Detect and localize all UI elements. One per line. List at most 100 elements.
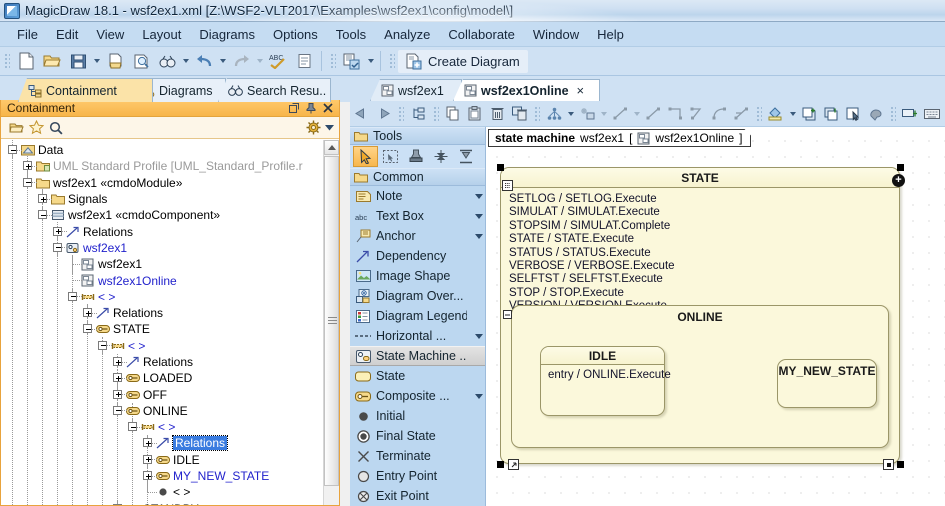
toolbar-grip[interactable] [3, 52, 10, 70]
tree-toggle-plus[interactable] [142, 452, 155, 468]
select-in-structure-icon[interactable] [842, 103, 864, 125]
diagram-toolbar-grip-4[interactable] [755, 105, 762, 123]
stamp-icon[interactable] [403, 146, 428, 167]
scrollbar-thumb[interactable] [324, 156, 339, 486]
tree-toggle-minus[interactable] [82, 321, 95, 337]
menu-item-help[interactable]: Help [588, 24, 633, 45]
menu-item-window[interactable]: Window [524, 24, 588, 45]
menu-item-view[interactable]: View [87, 24, 133, 45]
path-crossing-icon[interactable] [730, 103, 752, 125]
palette-item-state-machine[interactable]: State Machine ... [350, 346, 485, 366]
bring-to-front-icon[interactable] [798, 103, 820, 125]
tree-toggle-plus[interactable] [37, 191, 50, 207]
palette-item-diagram-overview[interactable]: Diagram Over... [350, 286, 485, 306]
tree-row[interactable]: STATE [1, 321, 323, 337]
send-to-back-icon[interactable] [820, 103, 842, 125]
tree-toggle-minus[interactable] [67, 289, 80, 305]
palette-item-note[interactable]: Note [350, 186, 485, 206]
distribute-icon[interactable] [453, 146, 478, 167]
print-preview-icon[interactable] [129, 49, 153, 73]
menu-item-analyze[interactable]: Analyze [375, 24, 439, 45]
containment-sync-icon[interactable] [407, 103, 429, 125]
forward-icon[interactable] [372, 103, 394, 125]
undo-dropdown-icon[interactable] [217, 49, 228, 73]
path-dropdown-icon[interactable] [631, 102, 642, 126]
fill-color-dropdown-icon[interactable] [787, 102, 798, 126]
palette-item-entry-point[interactable]: Entry Point [350, 466, 485, 486]
find-icon[interactable] [155, 49, 179, 73]
float-icon[interactable] [287, 101, 301, 115]
diagram-toolbar-grip-1[interactable] [397, 105, 404, 123]
save-icon[interactable] [66, 49, 90, 73]
menu-item-file[interactable]: File [8, 24, 47, 45]
tree-toggle-minus[interactable] [97, 338, 110, 354]
diagram-tab-wsf2ex1online[interactable]: wsf2ex1Online × [453, 79, 600, 101]
add-element-plus-icon[interactable]: + [892, 174, 905, 187]
bezier-path-icon[interactable] [686, 103, 708, 125]
back-icon[interactable] [350, 103, 372, 125]
state-node-IDLE[interactable]: IDLE entry / ONLINE.Execute [540, 346, 665, 416]
tree-toggle-minus[interactable] [7, 142, 20, 158]
align-vertical-icon[interactable] [428, 146, 453, 167]
select-arrow-icon[interactable] [353, 146, 378, 167]
close-icon[interactable] [321, 101, 335, 115]
tree-toggle-minus[interactable] [112, 403, 125, 419]
print-icon[interactable] [103, 49, 127, 73]
state-node-MY_NEW_STATE[interactable]: MY_NEW_STATE [777, 359, 877, 408]
palette-item-image-shape[interactable]: Image Shape [350, 266, 485, 286]
tree-toggle-minus[interactable] [22, 175, 35, 191]
palette-group-common[interactable]: Common [350, 168, 485, 186]
tree-row[interactable]: Signals [1, 191, 323, 207]
tree-row[interactable]: ONLINE [1, 403, 323, 419]
scroll-up-arrow-icon[interactable] [324, 140, 339, 155]
palette-item-composite-state[interactable]: Composite ... [350, 386, 485, 406]
keyboard-icon[interactable] [921, 103, 943, 125]
delete-icon[interactable] [486, 103, 508, 125]
containment-tree[interactable]: Data UML Standard Profile [UML_Standard_… [1, 140, 323, 505]
tree-toggle-plus[interactable] [22, 158, 35, 174]
undo-icon[interactable] [192, 49, 216, 73]
chevron-down-icon[interactable] [472, 394, 485, 399]
save-dropdown-icon[interactable] [91, 49, 102, 73]
collapse-behaviors-icon[interactable] [503, 310, 512, 319]
palette-item-text-box[interactable]: abc Text Box [350, 206, 485, 226]
palette-item-state[interactable]: State [350, 366, 485, 386]
tree-toggle-plus[interactable] [112, 354, 125, 370]
open-in-new-window-icon[interactable] [6, 119, 26, 137]
palette-item-initial[interactable]: Initial [350, 406, 485, 426]
palette-item-dependency[interactable]: Dependency [350, 246, 485, 266]
tree-toggle-plus[interactable] [52, 224, 65, 240]
tree-row[interactable]: < > [1, 484, 323, 500]
palette-item-diagram-legend[interactable]: Diagram Legend [350, 306, 485, 326]
chevron-down-icon[interactable] [472, 214, 485, 219]
close-icon[interactable]: × [577, 83, 585, 98]
palette-item-horizontal-separator[interactable]: Horizontal ... [350, 326, 485, 346]
chevron-down-icon[interactable] [472, 334, 485, 339]
tree-toggle-plus[interactable] [112, 370, 125, 386]
paste-icon[interactable] [464, 103, 486, 125]
palette-group-tools[interactable]: Tools [350, 127, 485, 145]
tree-row-selected[interactable]: Relations [1, 435, 323, 451]
tree-toggle-plus[interactable] [112, 501, 125, 505]
tree-row[interactable]: OFF [1, 386, 323, 402]
tree-row[interactable]: LOADED [1, 370, 323, 386]
tree-row[interactable]: wsf2ex1 [1, 256, 323, 272]
diagram-canvas-scrollpane[interactable]: state machine wsf2ex1 [ wsf2ex1Online ] … [486, 127, 945, 506]
pin-icon[interactable] [304, 101, 318, 115]
tree-row[interactable]: < > [1, 419, 323, 435]
diagram-tab-wsf2ex1[interactable]: wsf2ex1 [370, 79, 462, 101]
open-folder-icon[interactable] [40, 49, 64, 73]
tree-row[interactable]: < > [1, 338, 323, 354]
copy-icon[interactable] [442, 103, 464, 125]
palette-item-final-state[interactable]: Final State [350, 426, 485, 446]
new-icon[interactable] [14, 49, 38, 73]
spellcheck-icon[interactable]: ABC [266, 49, 290, 73]
oblique-path-icon[interactable] [642, 103, 664, 125]
region-resize-handle-left[interactable] [508, 459, 519, 470]
tree-toggle-plus[interactable] [142, 435, 155, 451]
region-resize-handle-right[interactable] [883, 459, 894, 470]
tree-row[interactable]: STANDBY [1, 501, 323, 505]
tree-toggle-minus[interactable] [37, 207, 50, 223]
tree-row[interactable]: Relations [1, 354, 323, 370]
tree-toggle-minus[interactable] [52, 240, 65, 256]
